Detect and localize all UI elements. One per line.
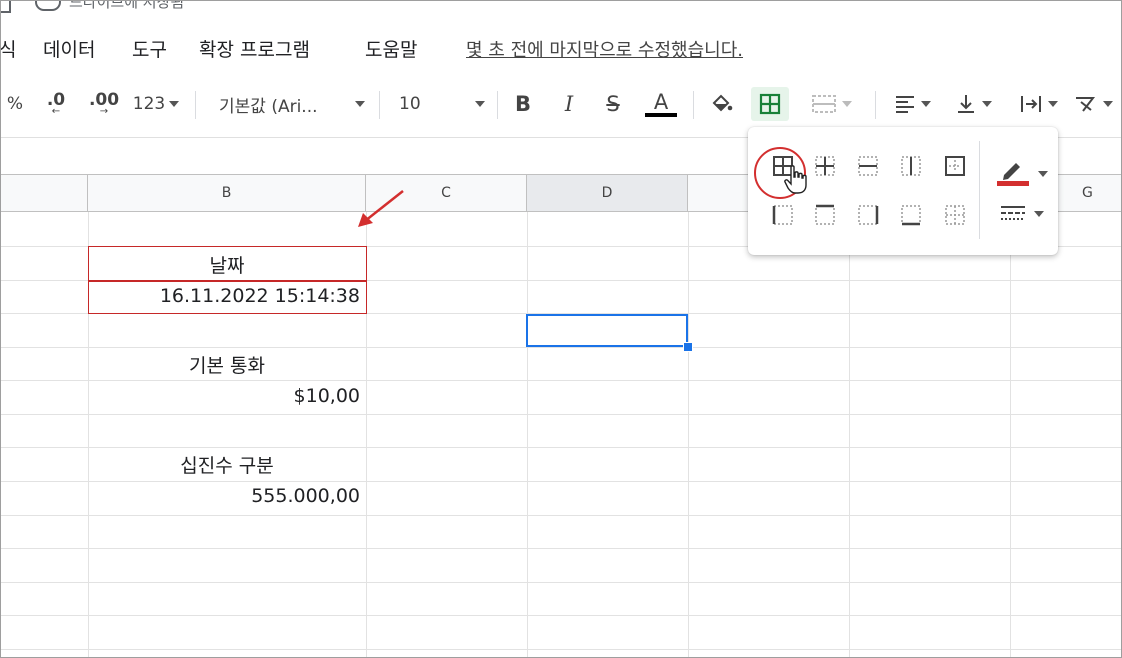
merge-cells-icon — [812, 95, 836, 113]
cell-currency-header[interactable]: 기본 통화 — [88, 351, 366, 378]
horizontal-borders-icon[interactable] — [857, 155, 879, 177]
chevron-down-icon — [921, 101, 931, 107]
clear-borders-icon[interactable] — [944, 204, 966, 226]
column-header-d[interactable]: D — [527, 174, 688, 212]
paint-bucket-icon — [712, 94, 733, 112]
last-edit-link[interactable]: 몇 초 전에 마지막으로 수정했습니다. — [466, 36, 743, 62]
more-formats-label: 123 — [132, 94, 166, 114]
chevron-down-icon — [475, 101, 485, 107]
more-formats-button[interactable]: 123 — [129, 89, 183, 119]
font-size-label: 10 — [399, 94, 421, 114]
left-border-icon[interactable] — [772, 204, 794, 226]
menu-help[interactable]: 도움말 — [365, 35, 417, 62]
merge-cells-button[interactable] — [801, 89, 861, 119]
bold-button[interactable]: B — [509, 89, 537, 119]
chevron-down-icon — [355, 101, 365, 107]
all-borders-icon — [759, 93, 781, 115]
cell-decimal-header[interactable]: 십진수 구분 — [88, 451, 366, 478]
percent-button[interactable]: % — [5, 89, 25, 119]
vertical-align-button[interactable] — [947, 89, 999, 119]
fill-handle[interactable] — [683, 342, 693, 352]
font-select[interactable]: 기본값 (Ari... — [219, 89, 365, 119]
fill-color-button[interactable] — [707, 89, 737, 119]
chevron-down-icon — [1103, 101, 1113, 107]
doc-status-bar: 드라이브에 저장됨 — [1, 0, 1121, 13]
bold-label: B — [514, 92, 531, 116]
align-bottom-icon — [958, 95, 974, 113]
column-label: D — [601, 185, 613, 201]
arrow-right-icon: → — [99, 106, 109, 117]
text-wrap-icon — [1021, 96, 1041, 112]
borders-dropdown — [748, 127, 1058, 255]
text-rotation-button[interactable] — [1073, 89, 1121, 119]
cell-currency-value[interactable]: $10,00 — [88, 385, 360, 407]
selected-range-inner-border — [88, 280, 366, 282]
border-color-icon — [997, 163, 1029, 186]
align-left-icon — [896, 96, 914, 113]
chevron-down-icon — [1034, 211, 1044, 217]
chevron-down-icon — [842, 101, 852, 107]
saved-status: 드라이브에 저장됨 — [69, 0, 185, 11]
border-style-icon — [1001, 206, 1025, 220]
column-label: B — [221, 185, 232, 201]
font-label: 기본값 (Ari... — [219, 96, 318, 117]
borders-button[interactable] — [751, 87, 789, 121]
italic-label: I — [564, 92, 574, 116]
toolbar: % .0 ← .00 → 123 기본값 (Ari... 10 B I S A — [1, 79, 1121, 129]
border-style-button[interactable] — [1000, 203, 1050, 229]
horizontal-align-button[interactable] — [887, 89, 937, 119]
chevron-down-icon — [982, 101, 992, 107]
chevron-down-icon — [1038, 171, 1048, 177]
vertical-borders-icon[interactable] — [900, 155, 922, 177]
strikethrough-button[interactable]: S — [599, 89, 627, 119]
column-header-b[interactable]: B — [88, 174, 366, 212]
doc-icon — [1, 1, 11, 13]
hand-cursor-icon — [784, 165, 807, 194]
text-wrap-button[interactable] — [1011, 89, 1065, 119]
column-label: G — [1082, 185, 1093, 201]
border-color-button[interactable] — [996, 153, 1048, 193]
cell-date-header[interactable]: 날짜 — [88, 251, 366, 278]
bottom-border-icon[interactable] — [900, 204, 922, 226]
menu-extensions[interactable]: 확장 프로그램 — [199, 35, 310, 62]
menu-data[interactable]: 데이터 — [43, 35, 95, 62]
column-label: C — [441, 185, 451, 201]
text-rotation-icon — [1076, 97, 1096, 112]
menu-format[interactable]: 식 — [1, 35, 16, 62]
inner-borders-icon[interactable] — [814, 155, 836, 177]
decrease-decimal-button[interactable]: .0 ← — [41, 89, 71, 119]
top-border-icon[interactable] — [814, 204, 836, 226]
menu-bar: 식 데이터 도구 확장 프로그램 도움말 몇 초 전에 마지막으로 수정했습니다… — [1, 35, 1121, 63]
outer-borders-icon[interactable] — [944, 155, 966, 177]
text-color-label: A — [653, 90, 669, 114]
cloud-saved-icon[interactable] — [35, 1, 61, 11]
menu-tools[interactable]: 도구 — [132, 35, 167, 62]
arrow-left-icon: ← — [51, 106, 61, 117]
column-header-a[interactable] — [1, 174, 88, 212]
increase-decimal-button[interactable]: .00 → — [87, 89, 121, 119]
cell-date-value[interactable]: 16.11.2022 15:14:38 — [88, 285, 360, 307]
text-color-button[interactable]: A — [643, 89, 679, 119]
chevron-down-icon — [169, 101, 180, 107]
popup-divider — [979, 141, 980, 239]
annotation-arrow-icon — [358, 190, 404, 227]
font-size-select[interactable]: 10 — [399, 89, 485, 119]
window: 드라이브에 저장됨 식 데이터 도구 확장 프로그램 도움말 몇 초 전에 마지… — [0, 0, 1122, 658]
cell-decimal-value[interactable]: 555.000,00 — [88, 485, 360, 507]
chevron-down-icon — [1048, 101, 1058, 107]
text-color-bar — [645, 113, 677, 117]
active-cell[interactable] — [526, 314, 688, 347]
percent-label: % — [6, 94, 24, 114]
strikethrough-label: S — [606, 92, 620, 116]
italic-button[interactable]: I — [555, 89, 583, 119]
right-border-icon[interactable] — [857, 204, 879, 226]
